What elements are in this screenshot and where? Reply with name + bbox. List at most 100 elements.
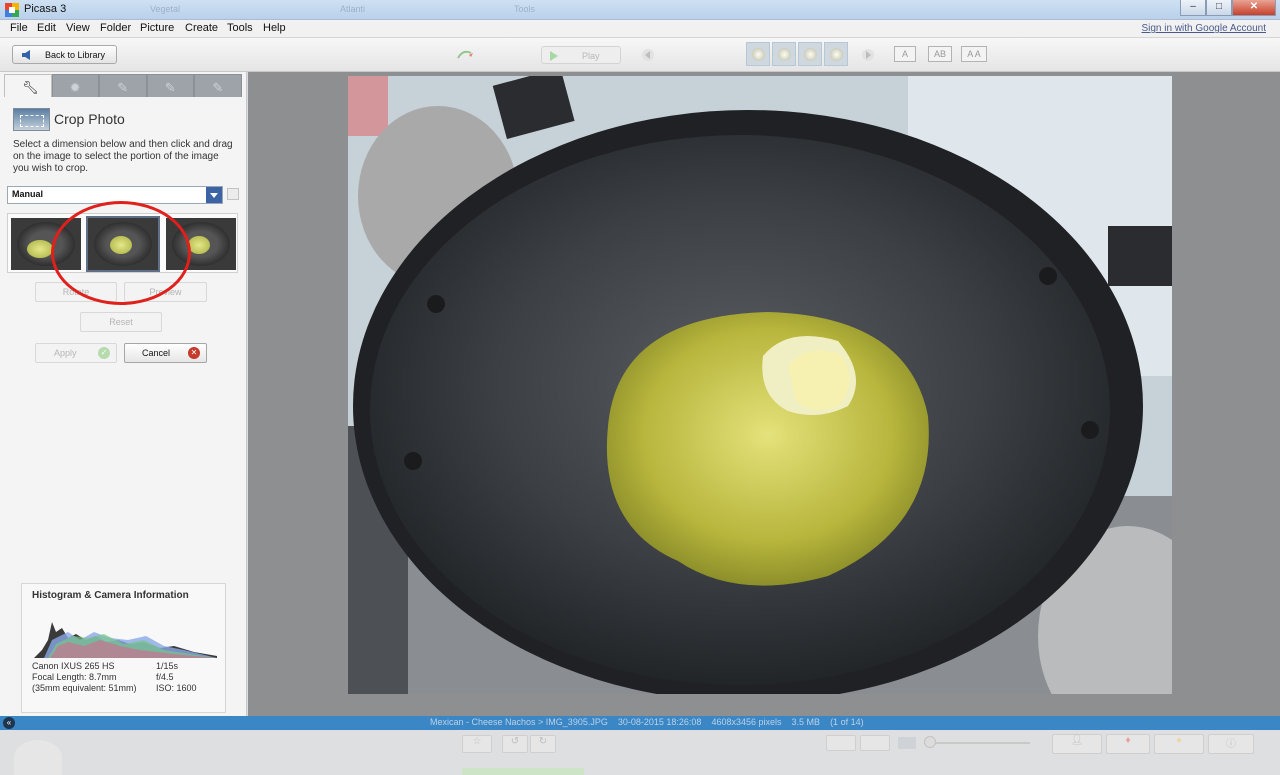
view-single-icon[interactable] (826, 735, 856, 751)
photo-info: Mexican - Cheese Nachos > IMG_3905.JPG 3… (430, 717, 864, 727)
camera-model: Canon IXUS 265 HS (32, 661, 115, 671)
tags-icon[interactable]: ● (1154, 734, 1204, 754)
photo-thumb-icon (804, 48, 817, 61)
play-icon (550, 51, 558, 61)
text-overlay-a-button[interactable]: A (894, 46, 916, 62)
people-icon[interactable]: 👤︎ (1052, 734, 1102, 754)
play-slideshow-button[interactable]: Play (541, 46, 621, 64)
sun-icon: ✹ (69, 80, 81, 95)
main-photo[interactable] (348, 76, 1172, 694)
preview-button[interactable]: Preview (124, 282, 207, 302)
back-to-library-button[interactable]: Back to Library (12, 45, 117, 64)
collapse-panel-icon[interactable]: « (3, 717, 15, 729)
tab-basic-fixes[interactable]: 🔧︎ (4, 74, 52, 97)
sign-in-link[interactable]: Sign in with Google Account (1141, 23, 1266, 34)
crop-photo-title: Crop Photo (54, 111, 125, 127)
photo-count: (1 of 14) (830, 717, 864, 727)
close-icon: ✕ (188, 347, 200, 359)
back-arrow-icon (22, 50, 30, 60)
crop-dimension-select[interactable]: Manual (7, 186, 223, 204)
butter-thumb-image (188, 236, 210, 254)
apply-button[interactable]: Apply ✓ (35, 343, 117, 363)
tab-effects[interactable]: ✎ (99, 74, 147, 97)
menu-tools[interactable]: Tools (227, 22, 253, 34)
view-thumb-2-button[interactable] (772, 42, 796, 66)
brush-green-icon: ✎ (164, 80, 176, 95)
reset-button[interactable]: Reset (80, 312, 162, 332)
minimize-button[interactable]: – (1180, 0, 1206, 16)
brush-blue-icon: ✎ (212, 80, 224, 95)
focal-length: Focal Length: 8.7mm (32, 672, 117, 682)
cancel-label: Cancel (142, 348, 171, 358)
crop-instructions: Select a dimension below and then click … (13, 139, 233, 174)
view-thumb-1-button[interactable] (746, 42, 770, 66)
rotate-left-icon[interactable]: ↺ (502, 735, 528, 753)
custom-size-icon[interactable] (227, 188, 239, 200)
view-thumb-3-button[interactable] (798, 42, 822, 66)
maximize-button[interactable]: □ (1206, 0, 1232, 16)
photo-viewer (248, 72, 1280, 716)
wrench-icon: 🔧︎ (22, 80, 39, 95)
crop-suggestion-thumb-selected[interactable] (86, 216, 160, 272)
photo-tray: ☆ ↺ ↻ 👤︎ ♦ ● ⓘ (0, 730, 1280, 775)
rotate-right-icon[interactable]: ↻ (530, 735, 556, 753)
chevron-down-icon[interactable] (206, 187, 222, 203)
crop-icon (13, 108, 50, 131)
brush-icon: ✎ (117, 80, 129, 95)
ghost-tab: Tools (514, 4, 536, 14)
menu-file[interactable]: File (10, 22, 28, 34)
geotag-icon[interactable]: ♦ (1106, 734, 1150, 754)
aperture: f/4.5 (156, 672, 174, 682)
text-overlay-aa-button[interactable]: A A (961, 46, 987, 62)
back-to-library-label: Back to Library (45, 50, 106, 60)
menu-picture[interactable]: Picture (140, 22, 174, 34)
menu-bar: File Edit View Folder Picture Create Too… (0, 20, 1280, 38)
toolbar: Back to Library Play (0, 38, 1280, 72)
rotate-button[interactable]: Rotate (35, 282, 117, 302)
size-image-icon (898, 737, 916, 749)
menu-create[interactable]: Create (185, 22, 218, 34)
histogram-graph (34, 622, 217, 658)
photo-thumb-icon (830, 48, 843, 61)
butter-thumb-image (27, 240, 53, 258)
crop-suggestions (7, 213, 238, 273)
crop-suggestion-thumb[interactable] (166, 218, 236, 270)
zoom-slider[interactable] (924, 742, 1030, 744)
upload-button[interactable] (462, 768, 584, 775)
menu-folder[interactable]: Folder (100, 22, 131, 34)
photo-dimensions: 4608x3456 pixels (711, 717, 782, 727)
menu-help[interactable]: Help (263, 22, 286, 34)
check-icon: ✓ (98, 347, 110, 359)
close-button[interactable]: ✕ (1232, 0, 1276, 16)
histogram-title: Histogram & Camera Information (32, 590, 189, 601)
apply-label: Apply (54, 348, 77, 358)
photo-datetime: 30-08-2015 18:26:08 (617, 717, 702, 727)
tab-tuning[interactable]: ✹ (51, 74, 100, 97)
rotate-share-icon[interactable] (455, 47, 477, 63)
star-icon[interactable]: ☆ (462, 735, 492, 753)
ghost-tab: Atlanti (340, 4, 366, 14)
menu-view[interactable]: View (66, 22, 90, 34)
view-split-icon[interactable] (860, 735, 890, 751)
prev-arrow-icon[interactable] (638, 48, 658, 62)
zoom-slider-handle[interactable] (924, 736, 936, 748)
tab-effects-3[interactable]: ✎ (194, 74, 242, 97)
title-bar: Picasa 3 Vegetal Atlanti Tools – □ ✕ (0, 0, 1280, 20)
view-thumb-4-button[interactable] (824, 42, 848, 66)
iso: ISO: 1600 (156, 683, 197, 693)
photo-thumb-icon (752, 48, 765, 61)
edit-tabs: 🔧︎ ✹ ✎ ✎ ✎ (4, 74, 242, 97)
shutter-speed: 1/15s (156, 661, 179, 671)
cancel-button[interactable]: Cancel ✕ (124, 343, 207, 363)
crop-dimension-value: Manual (12, 189, 44, 199)
info-icon[interactable]: ⓘ (1208, 734, 1254, 754)
tab-effects-2[interactable]: ✎ (146, 74, 195, 97)
photo-path: Mexican - Cheese Nachos > IMG_3905.JPG (430, 717, 608, 727)
menu-edit[interactable]: Edit (37, 22, 56, 34)
tray-thumbnail[interactable] (14, 740, 62, 775)
next-arrow-icon[interactable] (858, 48, 878, 62)
text-overlay-ab-button[interactable]: AB (928, 46, 952, 62)
crop-suggestion-thumb[interactable] (11, 218, 81, 270)
focal-equivalent: (35mm equivalent: 51mm) (32, 683, 137, 693)
edit-panel: 🔧︎ ✹ ✎ ✎ ✎ Crop Photo Select a dimension… (0, 72, 247, 716)
